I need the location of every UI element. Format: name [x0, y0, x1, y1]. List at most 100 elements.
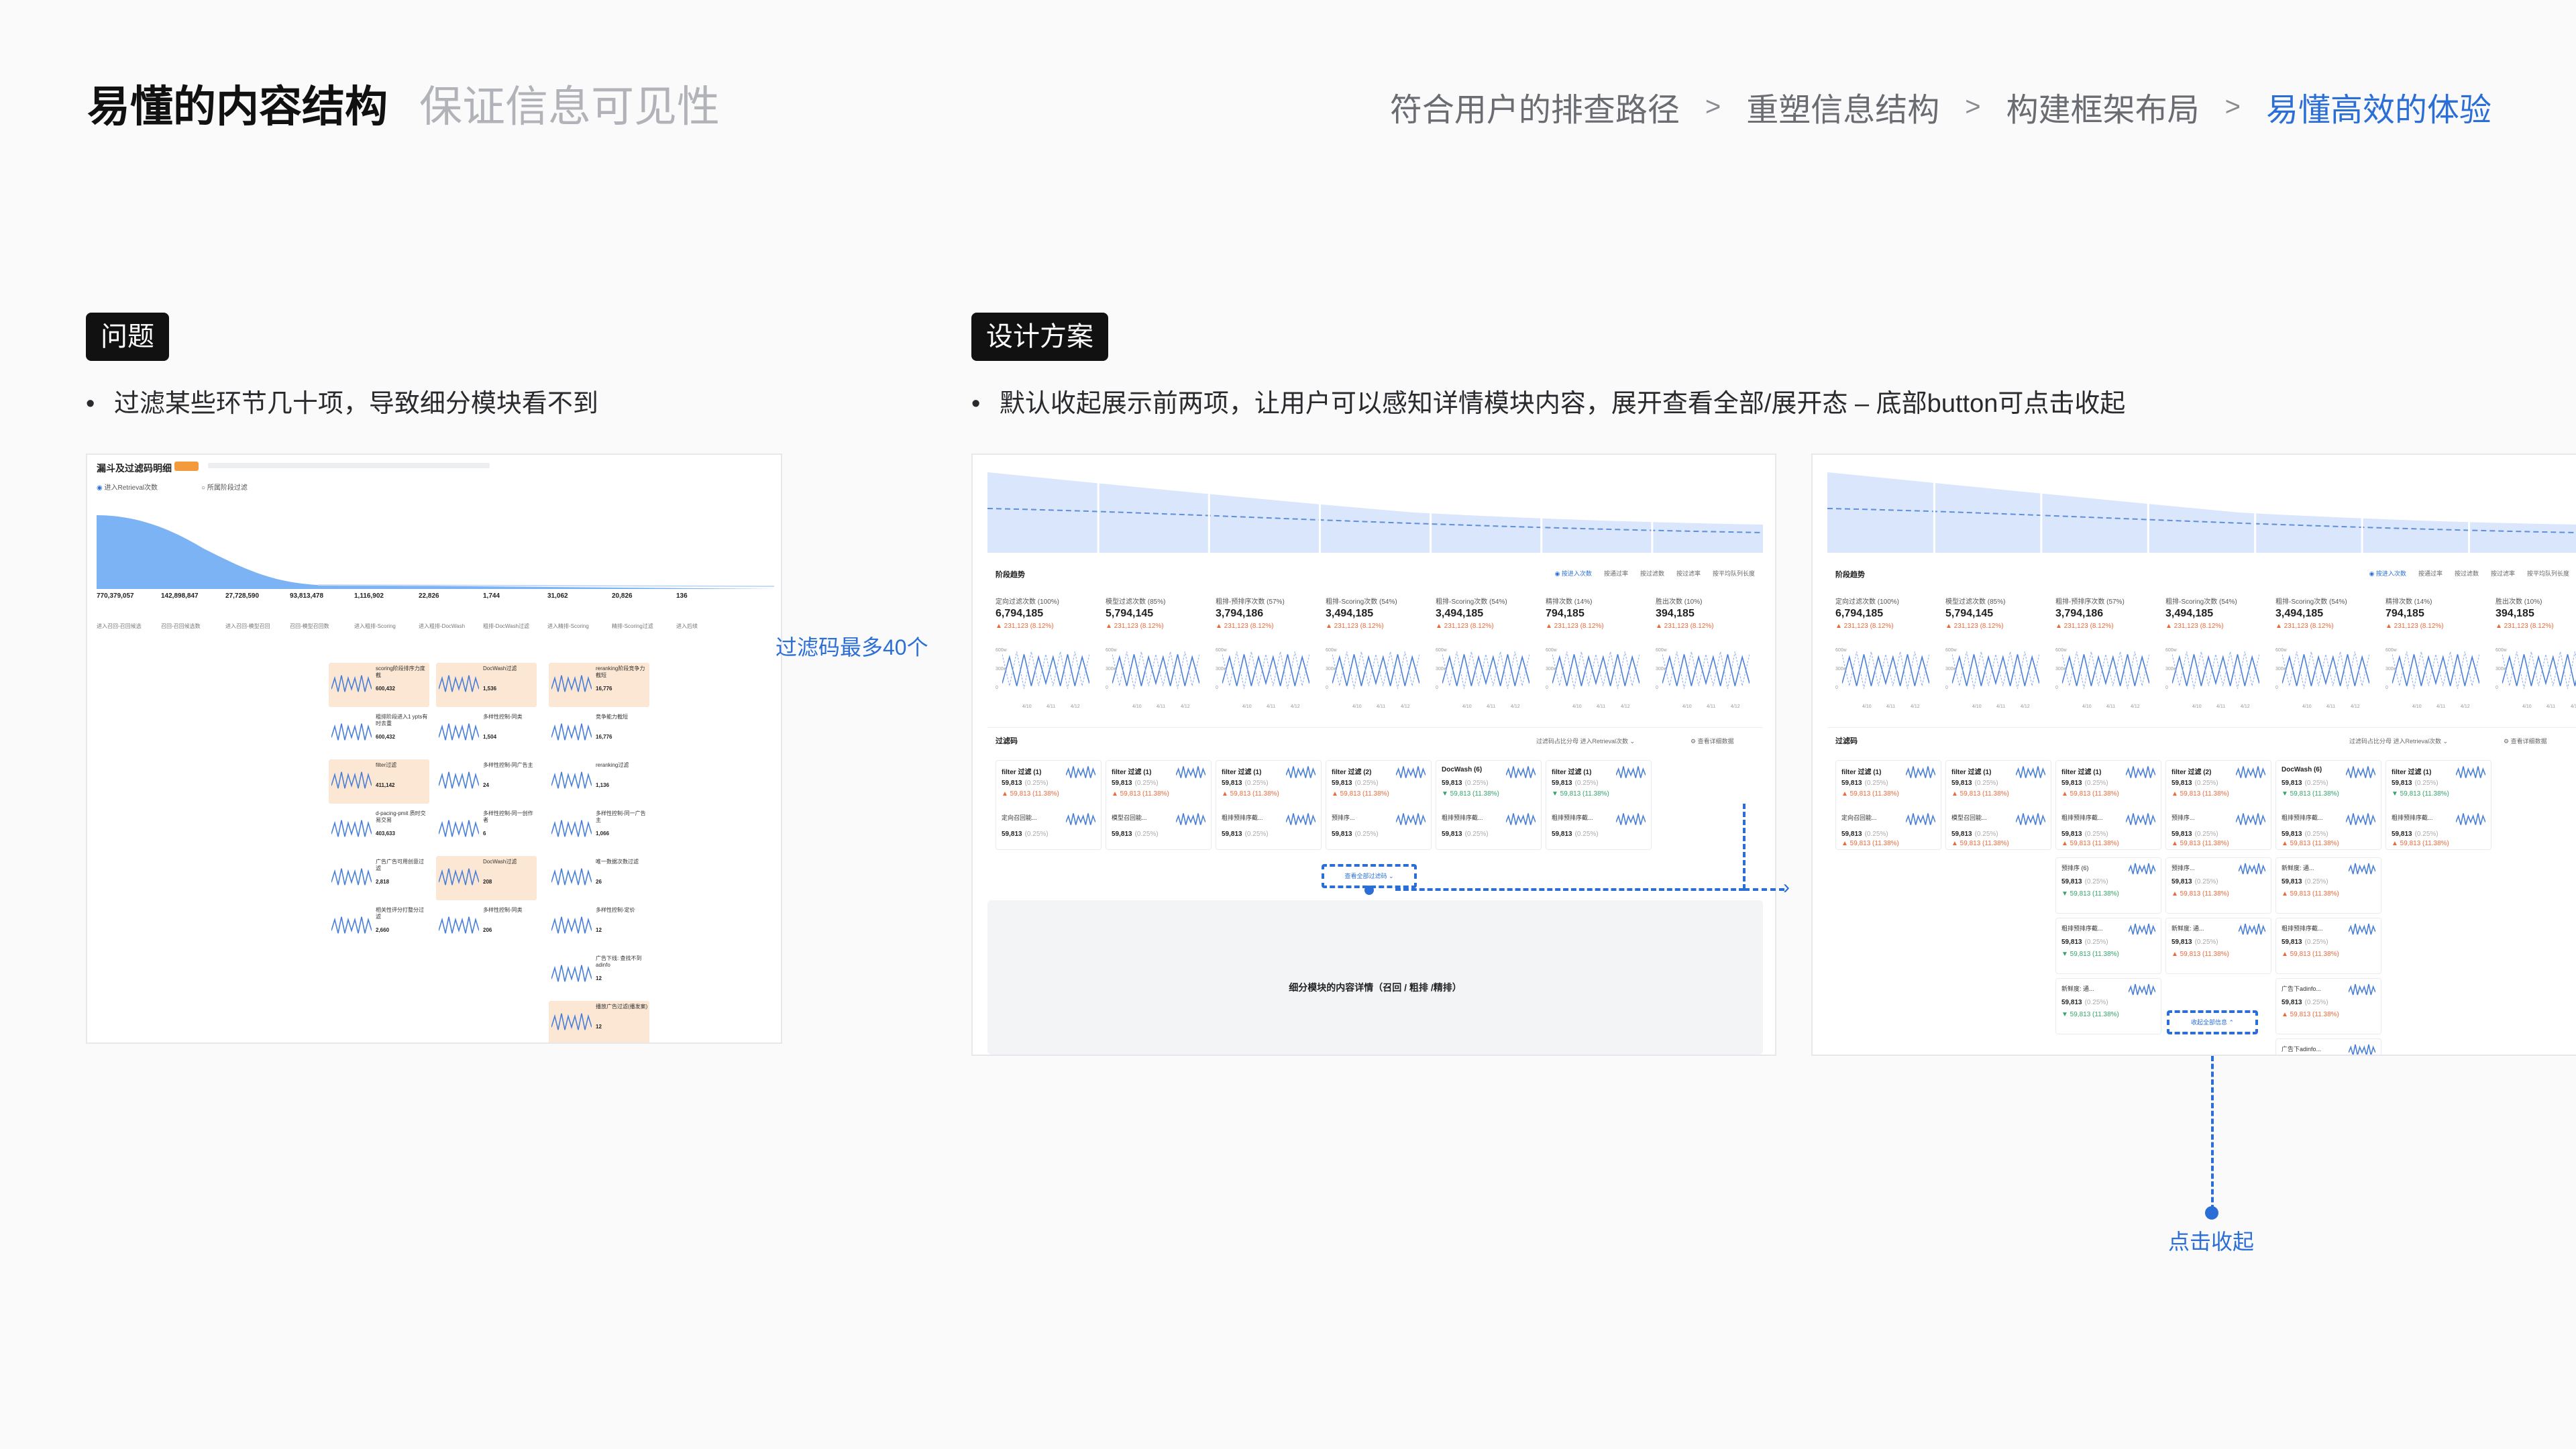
card-value: 16,776	[596, 686, 612, 692]
filter-second-value: 59,813 (0.25%)	[1332, 830, 1379, 838]
filter-value-number: 59,813	[1002, 830, 1022, 838]
card-name: scoring阶段排序力度截	[376, 665, 425, 678]
collapse-all-button[interactable]: 收起全部信息 ⌃	[2167, 1010, 2258, 1034]
stage-delta: ▲ 231,123 (8.12%)	[1835, 623, 1894, 630]
stage-label: 胜出次数 (10%)	[2496, 598, 2542, 606]
filter-value: 59,813 (0.25%)	[1002, 780, 1049, 787]
card-name: DocWash过滤	[483, 859, 517, 865]
stage-option[interactable]: 按通过率	[2418, 569, 2443, 578]
filter-delta: ▲ 59,813 (11.38%)	[1951, 790, 2009, 798]
filter-sparkline	[2129, 923, 2155, 935]
card-name: 相关性评分打整分过滤	[376, 907, 424, 920]
stage-trend-chart	[1552, 651, 1640, 689]
filter-card: reranking过滤 1,136	[549, 759, 649, 804]
solution-description: • 默认收起展示前两项，让用户可以感知详情模块内容，展开查看全部/展开态 – 底…	[971, 382, 2125, 419]
stage-option[interactable]: 按平均队列长度	[2527, 569, 2569, 578]
stage-label: 定向过滤次数 (100%)	[996, 598, 1060, 606]
filter-delta: ▲ 59,813 (11.38%)	[1841, 790, 1899, 798]
filter-card: 竞争能力截短 16,776	[549, 711, 649, 755]
filter-delta: ▼ 59,813 (11.38%)	[2392, 790, 2449, 798]
x-tick: 4/12	[2131, 704, 2140, 709]
stage-option[interactable]: ◉ 按进入次数	[1555, 569, 1592, 578]
stage-value: 3,794,186	[2055, 608, 2104, 619]
y-tick: 300w	[1835, 667, 1847, 672]
expand-connector	[1744, 888, 1784, 891]
filter-denominator-select[interactable]: 过滤码占比分母 进入Retrieval次数 ⌄	[1536, 737, 1635, 745]
stage-option[interactable]: 按过滤数	[2455, 569, 2479, 578]
stage-option[interactable]: 按平均队列长度	[1713, 569, 1755, 578]
y-tick: 600w	[2275, 648, 2287, 653]
stage-option[interactable]: 按过滤数	[1640, 569, 1664, 578]
stage-trend-chart	[1112, 651, 1199, 689]
stage-value: 794,185	[2385, 608, 2424, 619]
filter-second-name: 粗排预排序截...	[1552, 814, 1593, 821]
filter-value-pct: (0.25%)	[1574, 830, 1599, 838]
stage-option[interactable]: ◉ 按进入次数	[2369, 569, 2406, 578]
filter-value: 59,813 (0.25%)	[2061, 780, 2108, 787]
y-tick: 300w	[1106, 667, 1117, 672]
stage-value: 3,494,185	[1326, 608, 1374, 619]
filter-sparkline	[1616, 766, 1646, 778]
filter-head: filter 过滤 (2)	[1332, 769, 1372, 776]
card-value: 26	[596, 879, 602, 885]
filter-delta: ▲ 59,813 (11.38%)	[2392, 840, 2449, 847]
x-tick: 4/10	[1352, 704, 1362, 709]
filter-value-number: 59,813	[1442, 780, 1462, 787]
stage-section-title: 阶段趋势	[1835, 571, 1865, 579]
filter-sparkline	[2346, 813, 2375, 825]
card-value: 2,660	[376, 927, 390, 933]
filter-value-number: 59,813	[2171, 938, 2192, 946]
filter-delta: ▲ 59,813 (11.38%)	[1841, 840, 1899, 847]
view-detail-link[interactable]: ⚙ 查看详细数据	[2504, 737, 2547, 745]
x-tick: 4/11	[1996, 704, 2006, 709]
card-value: 1,136	[596, 782, 610, 788]
filter-delta: ▲ 59,813 (11.38%)	[1112, 790, 1169, 798]
stage-label: 粗排-预排序次数 (57%)	[1216, 598, 1285, 606]
stage-options: ◉ 按进入次数 按通过率 按过滤数 按过滤率 按平均队列长度	[1555, 569, 1755, 578]
card-value: 208	[483, 879, 492, 885]
stage-label: 粗排-Scoring次数 (54%)	[1436, 598, 1507, 606]
stage-option[interactable]: 按过滤率	[2491, 569, 2515, 578]
filter-delta: ▲ 59,813 (11.38%)	[2282, 951, 2339, 958]
filter-sparkline	[2016, 766, 2045, 778]
filter-column-card: 新鲜度: 通... 59,813 (0.25%) ▲ 59,813 (11.38%)	[2165, 918, 2271, 974]
x-tick: 4/11	[1886, 704, 1896, 709]
stage-delta: ▲ 231,123 (8.12%)	[1326, 623, 1384, 630]
x-tick: 4/11	[1157, 704, 1166, 709]
filter-value-pct: (0.25%)	[1354, 830, 1379, 838]
y-tick: 600w	[1945, 648, 1957, 653]
filter-sparkline	[1616, 813, 1646, 825]
view-detail-link[interactable]: ⚙ 查看详细数据	[1690, 737, 1734, 745]
filter-value-number: 59,813	[2061, 830, 2082, 838]
stage-option[interactable]: 按通过率	[1604, 569, 1628, 578]
sparkline	[439, 723, 479, 741]
filter-count-annotation: 过滤码最多40个	[775, 635, 928, 659]
filter-denominator-select[interactable]: 过滤码占比分母 进入Retrieval次数 ⌄	[2349, 737, 2448, 745]
filter-value: 59,813 (0.25%)	[2061, 878, 2108, 885]
sparkline	[551, 771, 592, 789]
stage-option[interactable]: 按过滤率	[1676, 569, 1701, 578]
sparkline	[331, 771, 372, 789]
filter-card: 相关性评分打整分过滤 2,660	[329, 904, 429, 949]
card-value: 600,432	[376, 734, 395, 740]
filter-value-pct: (0.25%)	[2304, 938, 2328, 946]
filter-second-value: 59,813 (0.25%)	[2282, 830, 2328, 838]
card-name: 多样性控制-同广告主	[483, 762, 533, 768]
filter-second-name: 预排序...	[2171, 865, 2195, 871]
filter-value-number: 59,813	[1951, 780, 1972, 787]
stage-trend-chart	[1842, 651, 1929, 689]
filter-delta: ▲ 59,813 (11.38%)	[2061, 840, 2119, 847]
y-tick: 600w	[1835, 648, 1847, 653]
sparkline	[439, 771, 479, 789]
metric-label: 进入召回-模型召回	[225, 623, 270, 629]
filter-sparkline	[2126, 813, 2155, 825]
filter-value-number: 59,813	[1442, 830, 1462, 838]
stage-delta: ▲ 231,123 (8.12%)	[1436, 623, 1494, 630]
filter-section-title: 过滤码	[1835, 737, 1858, 745]
stage-trend-chart	[2392, 651, 2479, 689]
expand-all-button[interactable]: 查看全部过滤码 ⌄	[1322, 864, 1417, 888]
funnel-metric: 22,826 进入粗排-DocWash	[419, 592, 480, 630]
radio-retrieval[interactable]: ◉ 进入Retrieval次数	[97, 482, 158, 492]
radio-stage[interactable]: ○ 所属阶段过滤	[201, 482, 248, 492]
x-tick: 4/12	[1621, 704, 1630, 709]
